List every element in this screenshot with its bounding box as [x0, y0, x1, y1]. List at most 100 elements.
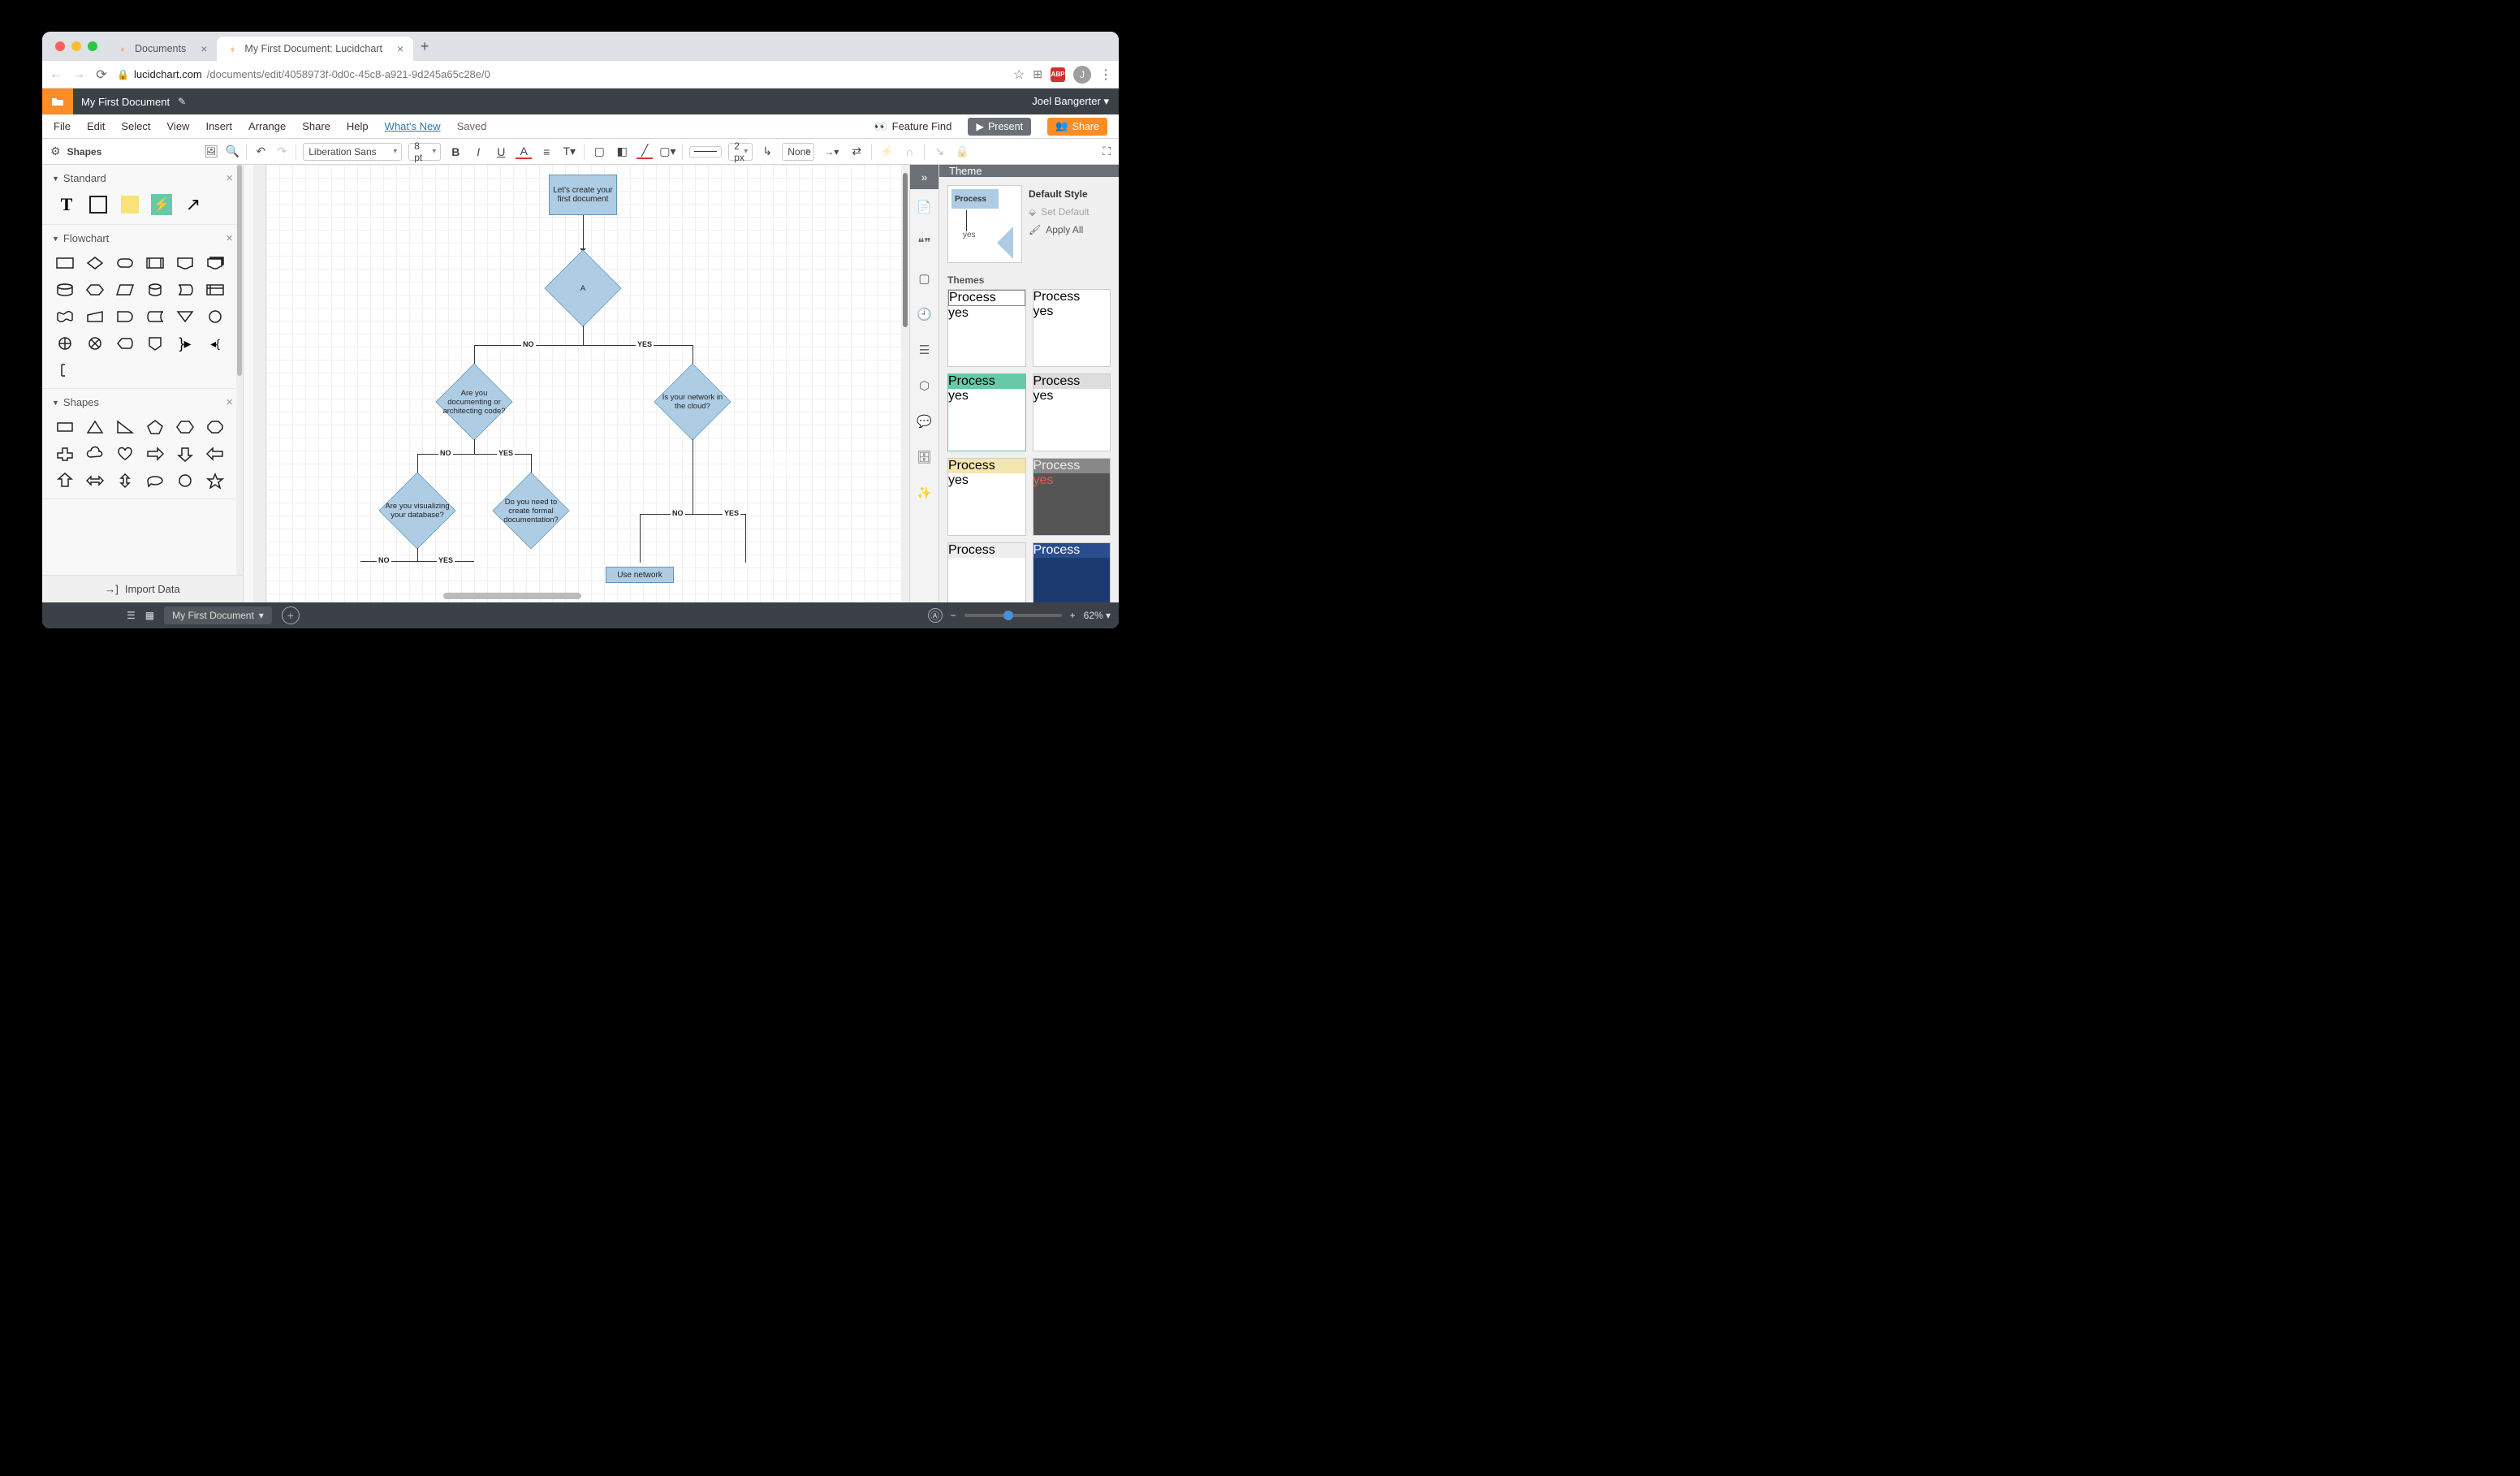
zoom-slider[interactable]	[964, 614, 1062, 617]
apply-all-button[interactable]: 🖌 Apply All	[1029, 221, 1090, 239]
decision-shape[interactable]	[82, 252, 108, 274]
arrow-shape[interactable]: ↗	[179, 192, 208, 218]
gear-icon[interactable]: ⚙	[50, 145, 61, 158]
canvas[interactable]: Let's create your first document A NO YE…	[244, 165, 909, 602]
or-shape[interactable]	[52, 332, 78, 355]
paper-tape-shape[interactable]	[52, 305, 78, 328]
browser-tab-active[interactable]: ⬫ My First Document: Lucidchart ×	[217, 37, 413, 61]
callout-shape[interactable]	[142, 469, 168, 492]
node-decision-code[interactable]: Are you documenting or architecting code…	[435, 363, 513, 441]
node-decision-cloud[interactable]: Is your network in the cloud?	[654, 363, 731, 441]
directdata-shape[interactable]	[172, 278, 198, 301]
line-width-select[interactable]: 2 px	[728, 143, 753, 161]
feature-find[interactable]: 👀 Feature Find	[874, 120, 951, 133]
forward-button[interactable]: →	[71, 67, 86, 82]
brace-right-shape[interactable]: }▸	[172, 332, 198, 355]
close-category-icon[interactable]: ×	[226, 231, 233, 245]
node-decision-db[interactable]: Are you visualizing your database?	[378, 472, 456, 550]
add-page-button[interactable]: +	[282, 606, 300, 624]
swap-ends-button[interactable]: ⇄	[848, 145, 865, 158]
node-use-network[interactable]: Use network	[606, 567, 674, 583]
whats-new-link[interactable]: What's New	[385, 120, 441, 132]
down-arrow-shape[interactable]	[172, 442, 198, 465]
master-icon[interactable]: ⬡	[910, 368, 939, 404]
menu-insert[interactable]: Insert	[205, 120, 232, 132]
magic-icon[interactable]: ✨	[910, 475, 939, 511]
user-menu[interactable]: Joel Bangerter ▾	[1032, 95, 1109, 108]
canvas-hscroll-thumb[interactable]	[443, 593, 581, 599]
share-button[interactable]: 👥 Share	[1047, 118, 1107, 136]
line-type-button[interactable]: ↳	[759, 145, 775, 158]
page-settings-icon[interactable]: 📄	[910, 189, 939, 225]
undo-icon[interactable]: ↶	[253, 145, 268, 158]
note-left-shape[interactable]	[52, 359, 78, 382]
bold-button[interactable]: B	[447, 145, 464, 158]
canvas-scrollbar-v[interactable]	[901, 165, 909, 602]
manual-input-shape[interactable]	[82, 305, 108, 328]
image-icon[interactable]: 🖼	[204, 145, 218, 158]
minimize-window[interactable]	[71, 41, 81, 51]
octagon-shape[interactable]	[202, 416, 228, 438]
font-select[interactable]: Liberation Sans	[303, 143, 402, 161]
node-decision-a[interactable]: A	[544, 249, 622, 327]
menu-arrange[interactable]: Arrange	[248, 120, 286, 132]
predefined-shape[interactable]	[142, 252, 168, 274]
note-shape[interactable]	[115, 192, 145, 218]
star-icon[interactable]: ☆	[1013, 67, 1025, 83]
menu-help[interactable]: Help	[347, 120, 369, 132]
menu-view[interactable]: View	[167, 120, 190, 132]
line-style-select[interactable]	[689, 146, 722, 158]
shape-options-button[interactable]: ▢▾	[659, 145, 675, 158]
data-shape[interactable]	[52, 278, 78, 301]
data-linking-icon[interactable]: 🗄	[910, 439, 939, 475]
theme-option[interactable]: Processyes	[947, 289, 1026, 367]
list-view-icon[interactable]: ☰	[127, 610, 136, 621]
paper[interactable]: Let's create your first document A NO YE…	[266, 165, 906, 602]
link-button[interactable]: ↘	[931, 145, 947, 158]
new-tab-button[interactable]: +	[413, 38, 436, 55]
doc-name[interactable]: My First Document	[81, 96, 170, 108]
grid-view-icon[interactable]: ▦	[145, 610, 154, 621]
chat-icon[interactable]: 💬	[910, 404, 939, 439]
present-button[interactable]: ▶ Present	[968, 118, 1031, 136]
right-triangle-shape[interactable]	[112, 416, 138, 438]
theme-option[interactable]: Processyes	[1033, 373, 1111, 451]
stored-data-shape[interactable]	[142, 305, 168, 328]
accessibility-icon[interactable]: Ⓐ	[928, 608, 943, 623]
home-button[interactable]	[42, 88, 73, 114]
display-shape[interactable]	[112, 332, 138, 355]
multidoc-shape[interactable]	[202, 252, 228, 274]
fullscreen-button[interactable]: ⛶	[1102, 145, 1111, 158]
close-category-icon[interactable]: ×	[226, 395, 233, 409]
collapse-icon[interactable]: ▼	[52, 235, 59, 243]
right-arrow-shape[interactable]	[142, 442, 168, 465]
off-page-shape[interactable]	[142, 332, 168, 355]
merge-shape[interactable]	[172, 305, 198, 328]
theme-option[interactable]: Processyes	[947, 458, 1026, 536]
chrome-menu-icon[interactable]: ⋮	[1099, 67, 1112, 83]
text-options-button[interactable]: T▾	[561, 145, 577, 158]
italic-button[interactable]: I	[470, 145, 486, 158]
brace-left-shape[interactable]: ◂{	[202, 332, 228, 355]
font-size-select[interactable]: 8 pt	[408, 143, 441, 161]
delay-shape[interactable]	[112, 305, 138, 328]
import-data-button[interactable]: →] Import Data	[42, 575, 243, 602]
fill-button[interactable]: ▢	[591, 145, 607, 158]
presentation-icon[interactable]: ▢	[910, 261, 939, 296]
close-tab-icon[interactable]: ×	[397, 42, 403, 55]
set-default-button[interactable]: ⬙ Set Default	[1029, 203, 1090, 221]
page-selector[interactable]: My First Document ▾	[164, 606, 272, 624]
edge[interactable]	[474, 439, 475, 454]
database-shape[interactable]	[142, 278, 168, 301]
browser-tab-documents[interactable]: ⬫ Documents ×	[107, 37, 217, 61]
menu-file[interactable]: File	[54, 120, 71, 132]
url-field[interactable]: 🔒 lucidchart.com/documents/edit/4058973f…	[117, 68, 1005, 80]
search-icon[interactable]: 🔍	[225, 145, 239, 158]
hotspot-shape[interactable]: ⚡	[147, 192, 176, 218]
node-start[interactable]: Let's create your first document	[549, 175, 617, 215]
star-shape[interactable]	[202, 469, 228, 492]
theme-option[interactable]: Processyes	[1033, 289, 1111, 367]
collapse-right-panel[interactable]: »	[910, 165, 939, 189]
edge[interactable]	[640, 514, 641, 563]
terminator-shape[interactable]	[112, 252, 138, 274]
